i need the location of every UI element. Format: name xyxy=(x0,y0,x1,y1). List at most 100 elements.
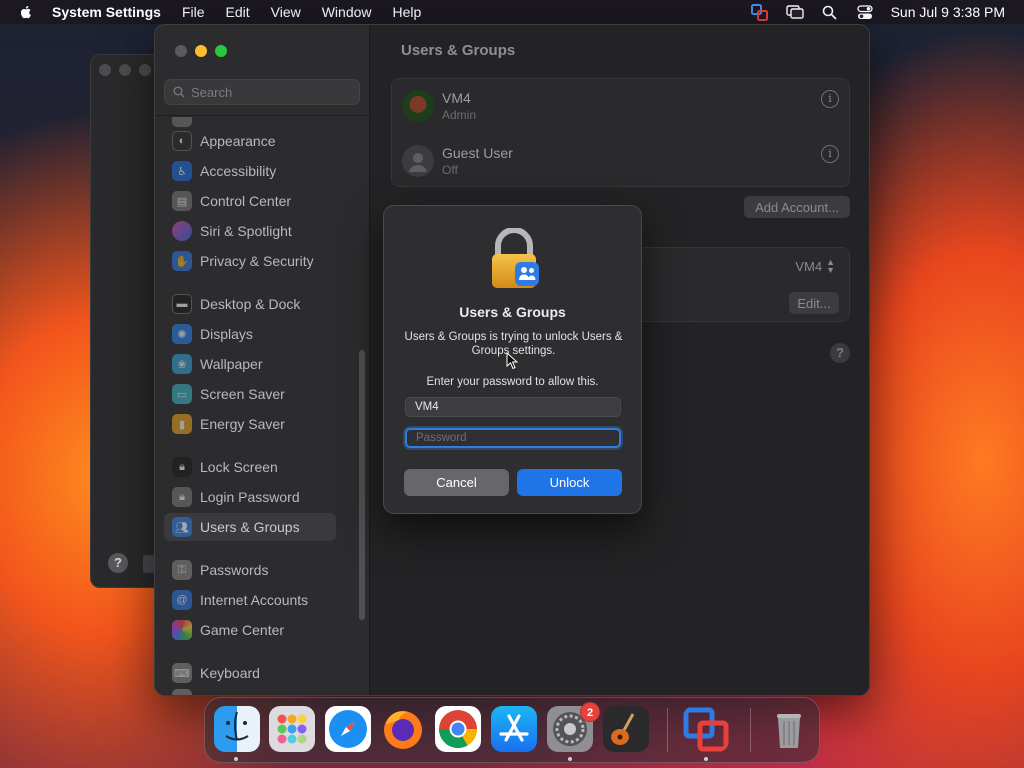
info-icon[interactable]: i xyxy=(821,90,839,108)
sidebar-item-screen-saver[interactable]: ▭ Screen Saver xyxy=(164,380,344,408)
user-row-vm4[interactable]: VM4 Admin i xyxy=(392,79,849,133)
sidebar-item-label: Siri & Spotlight xyxy=(200,223,292,239)
menu-window[interactable]: Window xyxy=(322,4,372,20)
users-groups-icon: 👥︎ xyxy=(172,517,192,537)
sidebar-item-privacy-security[interactable]: ✋ Privacy & Security xyxy=(164,247,344,275)
control-center-icon[interactable] xyxy=(856,4,874,20)
trackpad-icon xyxy=(172,689,192,695)
sidebar-item-label: Lock Screen xyxy=(200,459,278,475)
vmware-fusion-icon xyxy=(683,707,729,752)
dock: 2 xyxy=(204,697,820,763)
cancel-button[interactable]: Cancel xyxy=(404,469,509,496)
menu-edit[interactable]: Edit xyxy=(226,4,250,20)
search-placeholder: Search xyxy=(191,84,233,100)
sidebar-item-control-center[interactable]: ▤ Control Center xyxy=(164,187,344,215)
help-button[interactable]: ? xyxy=(830,343,850,363)
sidebar-item-passwords[interactable]: ⚿ Passwords xyxy=(164,556,344,584)
sidebar-list[interactable]: ◐ Appearance ♿ Accessibility ▤ Control C… xyxy=(155,117,370,695)
sidebar-item-lock-screen[interactable]: 🔒︎ Lock Screen xyxy=(164,453,344,481)
sidebar-item-appearance[interactable]: ◐ Appearance xyxy=(164,127,344,155)
zoom-button[interactable] xyxy=(215,45,227,57)
guitar-icon xyxy=(611,713,635,745)
key-icon: ⚿ xyxy=(172,560,192,580)
sidebar-item-login-password[interactable]: 🔒︎ Login Password xyxy=(164,483,344,511)
lock-screen-icon: 🔒︎ xyxy=(172,457,192,477)
info-icon[interactable]: i xyxy=(821,145,839,163)
finder-icon xyxy=(225,711,249,741)
dock-finder[interactable] xyxy=(214,706,260,752)
user-name: Guest User xyxy=(442,145,513,161)
sidebar-item-partial-bottom[interactable] xyxy=(164,685,344,695)
wallpaper-icon: ❀ xyxy=(172,354,192,374)
accessibility-icon: ♿ xyxy=(172,161,192,181)
sidebar-item-displays[interactable]: ✺ Displays xyxy=(164,320,344,348)
dock-separator xyxy=(667,708,668,752)
sidebar-item-desktop-dock[interactable]: ▬ Desktop & Dock xyxy=(164,290,344,318)
game-center-icon xyxy=(172,620,192,640)
dock-app-store[interactable] xyxy=(491,706,537,752)
menu-help[interactable]: Help xyxy=(393,4,422,20)
user-name: VM4 xyxy=(442,90,471,106)
sidebar-item-label: Displays xyxy=(200,326,253,342)
login-password-icon: 🔒︎ xyxy=(172,487,192,507)
dock-trash[interactable] xyxy=(766,706,812,752)
bg-minimize-button[interactable] xyxy=(119,64,131,76)
sidebar-item-energy-saver[interactable]: ▮ Energy Saver xyxy=(164,410,344,438)
sidebar-item-game-center[interactable]: Game Center xyxy=(164,616,344,644)
screen-mirroring-icon[interactable] xyxy=(785,4,804,20)
username-field[interactable] xyxy=(405,397,621,417)
user-row-guest[interactable]: Guest User Off i xyxy=(392,134,849,188)
sidebar-item-users-groups[interactable]: 👥︎ Users & Groups xyxy=(164,513,336,541)
password-field[interactable] xyxy=(405,428,621,448)
displays-icon: ✺ xyxy=(172,324,192,344)
dock-garageband[interactable] xyxy=(603,706,649,752)
menu-app-name[interactable]: System Settings xyxy=(52,4,161,20)
sidebar-item-keyboard[interactable]: ⌨ Keyboard xyxy=(164,659,344,687)
add-account-button[interactable]: Add Account... xyxy=(744,196,850,218)
dock-safari[interactable] xyxy=(325,706,371,752)
vmware-status-icon[interactable] xyxy=(751,3,769,21)
lock-icon xyxy=(492,228,539,288)
sidebar-item-label: Keyboard xyxy=(200,665,260,681)
guest-avatar xyxy=(402,145,434,177)
at-icon: @ xyxy=(172,590,192,610)
chevron-updown-icon: ▲ ▼ xyxy=(826,257,835,275)
dock-launchpad[interactable] xyxy=(269,706,315,752)
dialog-title: Users & Groups xyxy=(459,304,566,320)
unlock-button[interactable]: Unlock xyxy=(517,469,622,496)
close-button[interactable] xyxy=(175,45,187,57)
sidebar-scrollbar[interactable] xyxy=(359,350,365,620)
general-icon xyxy=(172,117,192,127)
bg-zoom-button[interactable] xyxy=(139,64,151,76)
screen-saver-icon: ▭ xyxy=(172,384,192,404)
sidebar-item-wallpaper[interactable]: ❀ Wallpaper xyxy=(164,350,344,378)
edit-button[interactable]: Edit... xyxy=(789,292,839,314)
minimize-button[interactable] xyxy=(195,45,207,57)
bg-help-button[interactable]: ? xyxy=(108,553,128,573)
sidebar-item-label: Wallpaper xyxy=(200,356,263,372)
safari-icon xyxy=(329,710,367,748)
menu-clock[interactable]: Sun Jul 9 3:38 PM xyxy=(891,4,1005,20)
dock-running-indicator xyxy=(704,757,708,761)
bg-close-button[interactable] xyxy=(99,64,111,76)
menu-bar: System Settings File Edit View Window He… xyxy=(0,0,1024,24)
sidebar-item-label: Internet Accounts xyxy=(200,592,309,608)
dock-vmware-fusion[interactable] xyxy=(683,706,729,752)
spotlight-search-icon[interactable] xyxy=(821,4,839,20)
sidebar-item-internet-accounts[interactable]: @ Internet Accounts xyxy=(164,586,344,614)
sidebar-item-siri-spotlight[interactable]: Siri & Spotlight xyxy=(164,217,344,245)
autologin-select[interactable]: VM4 ▲ ▼ xyxy=(795,257,835,275)
sidebar-item-label: Privacy & Security xyxy=(200,253,314,269)
dock-chrome[interactable] xyxy=(435,706,481,752)
menu-file[interactable]: File xyxy=(182,4,205,20)
sidebar-item-accessibility[interactable]: ♿ Accessibility xyxy=(164,157,344,185)
menu-view[interactable]: View xyxy=(271,4,301,20)
dialog-prompt: Enter your password to allow this. xyxy=(426,376,599,388)
trash-icon xyxy=(777,714,801,748)
search-field[interactable]: Search xyxy=(164,79,360,105)
dock-firefox[interactable] xyxy=(380,706,426,752)
appearance-icon: ◐ xyxy=(172,131,192,151)
apple-icon[interactable] xyxy=(18,4,34,20)
keyboard-icon: ⌨ xyxy=(172,663,192,683)
sidebar-item-label: Users & Groups xyxy=(200,519,300,535)
